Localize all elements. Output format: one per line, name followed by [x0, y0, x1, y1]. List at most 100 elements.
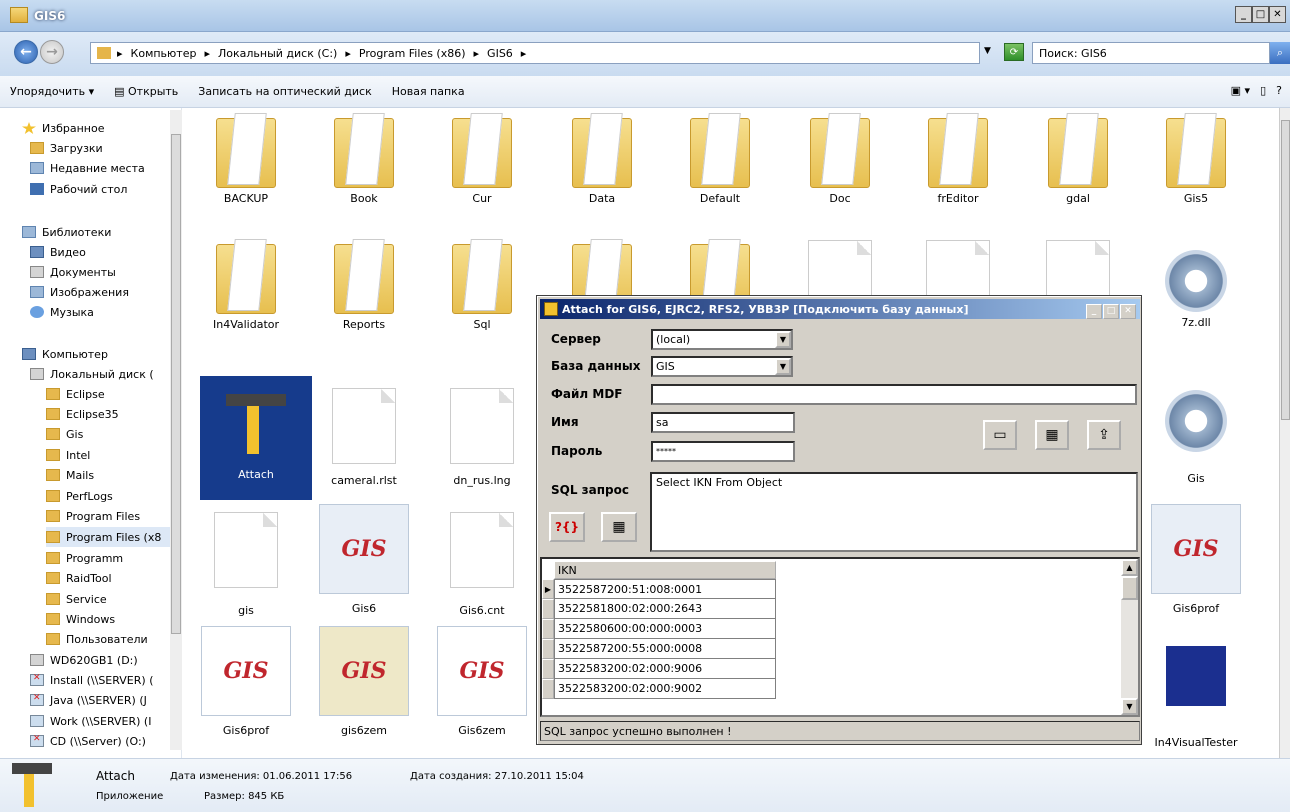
open-file-button[interactable]: ▭	[983, 420, 1017, 450]
sql-query-textarea[interactable]: Select IKN From Object	[650, 472, 1138, 552]
database-select[interactable]: GIS ▼	[651, 356, 793, 377]
content-scrollbar[interactable]	[1279, 108, 1290, 758]
nav-folder[interactable]: Intel	[46, 445, 90, 465]
nav-drive[interactable]: Java (\\SERVER) (J	[30, 690, 147, 710]
nav-music[interactable]: Музыка	[30, 302, 94, 322]
breadcrumb-local-disk[interactable]: Локальный диск (C:)	[218, 47, 337, 60]
grid-scrollbar[interactable]: ▲ ▼	[1121, 559, 1138, 715]
chevron-down-icon[interactable]: ▼	[775, 331, 791, 348]
nav-images[interactable]: Изображения	[30, 282, 129, 302]
dialog-minimize-button[interactable]: _	[1086, 304, 1102, 319]
nav-folder[interactable]: Service	[46, 589, 107, 609]
nav-folder[interactable]: Пользователи	[46, 629, 148, 649]
run-query-button[interactable]: ?{}	[549, 512, 585, 542]
attach-db-button[interactable]: ⇪	[1087, 420, 1121, 450]
breadcrumb-computer[interactable]: Компьютер	[131, 47, 197, 60]
file-item[interactable]: In4Validator	[191, 236, 301, 331]
maximize-button[interactable]: □	[1252, 6, 1269, 23]
mdf-field[interactable]	[651, 384, 1137, 405]
file-item[interactable]: GIS Gis6prof	[191, 626, 301, 737]
nav-folder[interactable]: Mails	[46, 465, 94, 485]
table-row[interactable]: 3522583200:02:000:9006	[554, 659, 776, 679]
dialog-close-button[interactable]: ✕	[1120, 304, 1136, 319]
close-button[interactable]: ✕	[1269, 6, 1286, 23]
table-row[interactable]: 3522587200:51:008:0001	[554, 579, 776, 599]
nav-drive[interactable]: Work (\\SERVER) (I	[30, 711, 151, 731]
view-options-icon[interactable]: ▣ ▾	[1231, 84, 1250, 97]
scrollbar-thumb[interactable]	[1121, 576, 1138, 600]
refresh-button[interactable]: ⟳	[1004, 43, 1024, 61]
nav-drive[interactable]: Install (\\SERVER) (	[30, 670, 154, 690]
nav-video[interactable]: Видео	[30, 242, 86, 262]
file-item[interactable]: Gis6.cnt	[427, 504, 537, 617]
file-item[interactable]: Sql	[427, 236, 537, 331]
results-grid[interactable]: IKN ▶ 3522587200:51:008:0001 3522581800:…	[540, 557, 1140, 717]
new-folder-button[interactable]: Новая папка	[392, 85, 465, 98]
table-row[interactable]: 3522587200:55:000:0008	[554, 639, 776, 659]
table-row[interactable]: 3522580600:00:000:0003	[554, 619, 776, 639]
scroll-up-icon[interactable]: ▲	[1121, 559, 1138, 576]
file-item[interactable]: Gis	[1141, 376, 1251, 485]
file-item[interactable]: gis	[191, 504, 301, 617]
nav-downloads[interactable]: Загрузки	[30, 138, 103, 158]
address-bar[interactable]: ▸ Компьютер ▸ Локальный диск (C:) ▸ Prog…	[90, 42, 980, 64]
organize-button[interactable]: Упорядочить ▾	[10, 85, 94, 98]
nav-folder[interactable]: RaidTool	[46, 568, 112, 588]
file-item[interactable]: GIS Gis6	[309, 504, 419, 615]
nav-recent[interactable]: Недавние места	[30, 158, 145, 178]
username-field[interactable]: sa	[651, 412, 795, 433]
file-item[interactable]: BACKUP	[191, 110, 301, 205]
nav-computer[interactable]: Компьютер	[22, 344, 108, 364]
breadcrumb-program-files[interactable]: Program Files (x86)	[359, 47, 466, 60]
file-item[interactable]: Reports	[309, 236, 419, 331]
nav-scrollbar[interactable]	[170, 110, 182, 750]
forward-button[interactable]: →	[40, 40, 64, 64]
password-field[interactable]: *****	[651, 441, 795, 462]
file-item[interactable]: Default	[665, 110, 775, 205]
back-button[interactable]: ←	[14, 40, 38, 64]
file-item[interactable]: Gis5	[1141, 110, 1251, 205]
file-item[interactable]: gdal	[1023, 110, 1133, 205]
file-item[interactable]: dn_rus.lng	[427, 376, 537, 487]
dialog-maximize-button[interactable]: □	[1103, 304, 1119, 319]
file-item[interactable]: Cur	[427, 110, 537, 205]
nav-folder[interactable]: PerfLogs	[46, 486, 113, 506]
nav-local-disk[interactable]: Локальный диск (	[30, 364, 154, 384]
nav-folder[interactable]: Programm	[46, 548, 123, 568]
nav-folder-selected[interactable]: Program Files (x8	[46, 527, 170, 547]
file-item[interactable]: GIS Gis6zem	[427, 626, 537, 737]
table-row[interactable]: 3522581800:02:000:2643	[554, 599, 776, 619]
file-item[interactable]: frEditor	[903, 110, 1013, 205]
server-button[interactable]: ▦	[1035, 420, 1069, 450]
server-select[interactable]: (local) ▼	[651, 329, 793, 350]
table-view-button[interactable]: ▦	[601, 512, 637, 542]
file-item[interactable]: GIS Gis6prof	[1141, 504, 1251, 615]
table-row[interactable]: 3522583200:02:000:9002	[554, 679, 776, 699]
scrollbar-thumb[interactable]	[1281, 120, 1290, 420]
file-item[interactable]: In4VisualTester	[1141, 626, 1251, 749]
minimize-button[interactable]: _	[1235, 6, 1252, 23]
file-item[interactable]: GIS gis6zem	[309, 626, 419, 737]
nav-folder[interactable]: Eclipse	[46, 384, 105, 404]
nav-desktop[interactable]: Рабочий стол	[30, 179, 127, 199]
search-icon[interactable]: ⌕	[1270, 42, 1290, 64]
nav-folder[interactable]: Gis	[46, 424, 83, 444]
file-item-selected[interactable]: Attach	[200, 376, 312, 500]
nav-folder[interactable]: Program Files	[46, 506, 140, 526]
preview-pane-icon[interactable]: ▯	[1260, 84, 1266, 97]
breadcrumb-gis6[interactable]: GIS6	[487, 47, 513, 60]
chevron-down-icon[interactable]: ▼	[984, 46, 991, 56]
nav-folder[interactable]: Eclipse35	[46, 404, 119, 424]
file-item[interactable]: Book	[309, 110, 419, 205]
nav-folder[interactable]: Windows	[46, 609, 115, 629]
file-item[interactable]: 7z.dll	[1141, 236, 1251, 329]
nav-libraries[interactable]: Библиотеки	[22, 222, 111, 242]
help-icon[interactable]: ?	[1276, 84, 1282, 97]
nav-favorites[interactable]: Избранное	[22, 118, 104, 138]
file-item[interactable]: Doc	[785, 110, 895, 205]
file-item[interactable]: Data	[547, 110, 657, 205]
burn-button[interactable]: Записать на оптический диск	[198, 85, 371, 98]
scrollbar-thumb[interactable]	[171, 134, 181, 634]
grid-column-header[interactable]: IKN	[554, 561, 776, 579]
open-button[interactable]: ▤ Открыть	[114, 85, 178, 98]
